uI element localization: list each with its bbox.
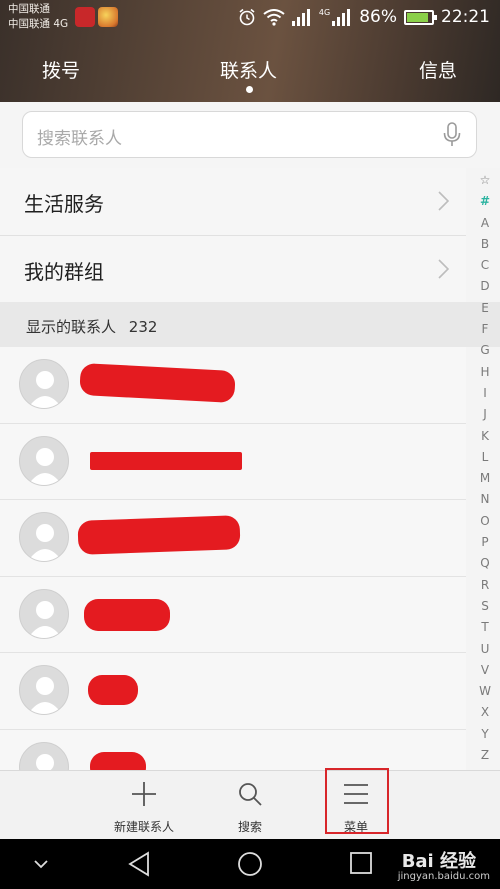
mic-icon[interactable] — [442, 122, 462, 148]
carrier-line-2: 中国联通 4G — [8, 18, 69, 30]
index-letter[interactable]: U — [470, 639, 500, 660]
list-item[interactable] — [0, 347, 466, 424]
index-letter[interactable]: J — [470, 404, 500, 425]
search-input[interactable]: 搜索联系人 — [22, 111, 477, 158]
avatar — [19, 588, 69, 639]
index-letter[interactable]: Z — [470, 745, 500, 766]
search-button[interactable]: 搜索 — [210, 771, 290, 840]
active-tab-indicator — [246, 86, 253, 93]
status-icons: 4G 86% 22:21 — [238, 6, 490, 28]
network-type-label: 4G — [318, 7, 331, 17]
back-icon[interactable] — [127, 851, 151, 877]
status-bar: 中国联通 中国联通 4G 4G 86% 22:21 — [0, 0, 500, 36]
index-letter[interactable]: ☆ — [470, 170, 500, 191]
carrier-info: 中国联通 中国联通 4G — [8, 2, 68, 32]
section-label: 显示的联系人 — [26, 318, 117, 336]
new-contact-button[interactable]: 新建联系人 — [104, 771, 184, 840]
clock: 22:21 — [441, 7, 490, 27]
redacted-name — [90, 451, 242, 470]
list-item[interactable] — [0, 500, 466, 577]
index-letter[interactable]: D — [470, 276, 500, 297]
wifi-icon — [263, 8, 285, 26]
index-letter[interactable]: X — [470, 702, 500, 723]
row-life-services[interactable]: 生活服务 — [0, 168, 466, 236]
search-area: 搜索联系人 — [0, 102, 500, 168]
index-letter[interactable]: T — [470, 617, 500, 638]
watermark-url: jingyan.baidu.com — [397, 871, 490, 882]
index-letter[interactable]: L — [470, 447, 500, 468]
redacted-name — [88, 675, 138, 705]
signal-icon — [291, 8, 312, 26]
search-label: 搜索 — [237, 820, 262, 834]
index-letter[interactable]: F — [470, 319, 500, 340]
header: 中国联通 中国联通 4G 4G 86% 22:21 拨号 联系人 信息 — [0, 0, 500, 102]
index-letter[interactable]: C — [470, 255, 500, 276]
index-letter[interactable]: O — [470, 511, 500, 532]
section-title: 显示的联系人 232 — [26, 316, 157, 337]
menu-highlight-box — [325, 768, 389, 834]
index-letter[interactable]: R — [470, 575, 500, 596]
signal-4g-icon — [332, 8, 352, 26]
avatar — [19, 359, 69, 409]
carrier-line-1: 中国联通 — [8, 3, 50, 15]
index-letter[interactable]: K — [470, 426, 500, 447]
index-letter[interactable]: # — [470, 191, 500, 212]
index-letter[interactable]: N — [470, 489, 500, 510]
index-letter[interactable]: Q — [470, 553, 500, 574]
row-label: 我的群组 — [24, 260, 104, 284]
battery-level — [407, 12, 428, 22]
game-app-icon — [98, 7, 118, 27]
index-letter[interactable]: S — [470, 596, 500, 617]
index-letter[interactable]: Y — [470, 724, 500, 745]
index-letter[interactable]: P — [470, 532, 500, 553]
avatar — [19, 665, 69, 715]
row-label: 生活服务 — [24, 192, 104, 216]
tab-contacts[interactable]: 联系人 — [220, 56, 277, 83]
bottom-action-bar: 新建联系人 搜索 菜单 — [0, 770, 500, 840]
list-item[interactable] — [0, 576, 466, 653]
group-list: 生活服务 我的群组 — [0, 168, 466, 304]
system-nav-bar: Bai 经验 jingyan.baidu.com — [0, 839, 500, 889]
chevron-right-icon — [438, 259, 450, 279]
tab-messages[interactable]: 信息 — [419, 56, 457, 83]
home-icon[interactable] — [237, 851, 263, 877]
redacted-name — [84, 598, 170, 631]
index-letter[interactable]: W — [470, 681, 500, 702]
battery-icon — [404, 9, 437, 25]
index-letter[interactable]: M — [470, 468, 500, 489]
collapse-icon[interactable] — [34, 859, 48, 869]
plus-icon — [132, 782, 156, 806]
contacts-section-header: 显示的联系人 232 — [0, 302, 500, 347]
avatar — [19, 512, 69, 562]
tab-dialer[interactable]: 拨号 — [42, 56, 80, 83]
row-my-groups[interactable]: 我的群组 — [0, 236, 466, 304]
battery-percent: 86% — [359, 7, 397, 27]
search-placeholder: 搜索联系人 — [37, 129, 122, 149]
money-locker-app-icon — [75, 7, 95, 27]
index-letter[interactable]: B — [470, 234, 500, 255]
index-letter[interactable]: H — [470, 362, 500, 383]
list-item[interactable] — [0, 423, 466, 500]
contact-list — [0, 347, 466, 805]
new-contact-label: 新建联系人 — [113, 820, 174, 834]
avatar — [19, 435, 69, 486]
tab-bar: 拨号 联系人 信息 — [0, 52, 500, 93]
chevron-right-icon — [438, 191, 450, 211]
alphabet-index[interactable]: ☆ # A B C D E F G H I J K L M N O P Q R S T U V W X Y Z — [470, 170, 500, 770]
alarm-icon — [239, 8, 255, 26]
redacted-name — [77, 515, 241, 555]
index-letter[interactable]: V — [470, 660, 500, 681]
search-icon — [239, 783, 262, 806]
redacted-name — [79, 362, 236, 404]
index-letter[interactable]: A — [470, 213, 500, 234]
recents-icon[interactable] — [349, 851, 373, 875]
index-letter[interactable]: I — [470, 383, 500, 404]
contact-count: 232 — [128, 318, 158, 336]
baidu-watermark: Bai 经验 — [401, 851, 476, 872]
index-letter[interactable]: G — [470, 340, 500, 361]
list-item[interactable] — [0, 653, 466, 730]
index-letter[interactable]: E — [470, 298, 500, 319]
